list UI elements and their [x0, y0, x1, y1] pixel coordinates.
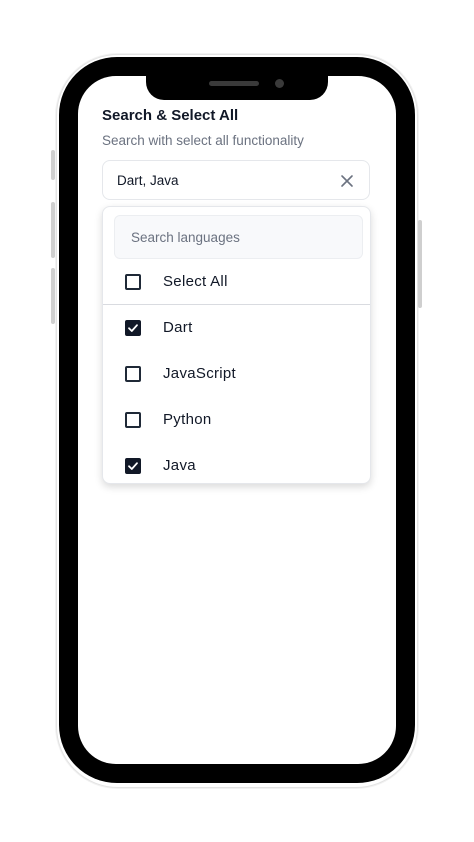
volume-up-button — [51, 202, 55, 258]
search-input[interactable] — [114, 215, 363, 259]
option-dart[interactable]: Dart — [103, 305, 370, 351]
notch — [146, 72, 328, 100]
options-dropdown: Select All Dart JavaScript Python Java — [102, 206, 371, 484]
selected-values: Dart, Java — [117, 173, 179, 188]
speaker — [209, 81, 259, 86]
power-button — [418, 220, 422, 308]
page-title: Search & Select All — [102, 107, 239, 124]
option-label: Python — [163, 411, 212, 428]
page-subtitle: Search with select all functionality — [102, 133, 304, 148]
volume-down-button — [51, 268, 55, 324]
option-label: Select All — [163, 273, 228, 290]
check-icon — [128, 462, 138, 470]
checkbox[interactable] — [125, 320, 141, 336]
front-camera — [275, 79, 284, 88]
close-icon[interactable] — [339, 173, 355, 189]
checkbox[interactable] — [125, 366, 141, 382]
option-label: Dart — [163, 319, 193, 336]
option-label: JavaScript — [163, 365, 237, 382]
checkbox[interactable] — [125, 274, 141, 290]
option-label: Java — [163, 457, 196, 474]
checkbox[interactable] — [125, 412, 141, 428]
option-select-all[interactable]: Select All — [103, 259, 370, 305]
option-python[interactable]: Python — [103, 397, 370, 443]
silent-switch — [51, 150, 55, 180]
checkbox[interactable] — [125, 458, 141, 474]
option-javascript[interactable]: JavaScript — [103, 351, 370, 397]
option-java[interactable]: Java — [103, 443, 370, 489]
check-icon — [128, 324, 138, 332]
language-select[interactable]: Dart, Java — [102, 160, 370, 200]
